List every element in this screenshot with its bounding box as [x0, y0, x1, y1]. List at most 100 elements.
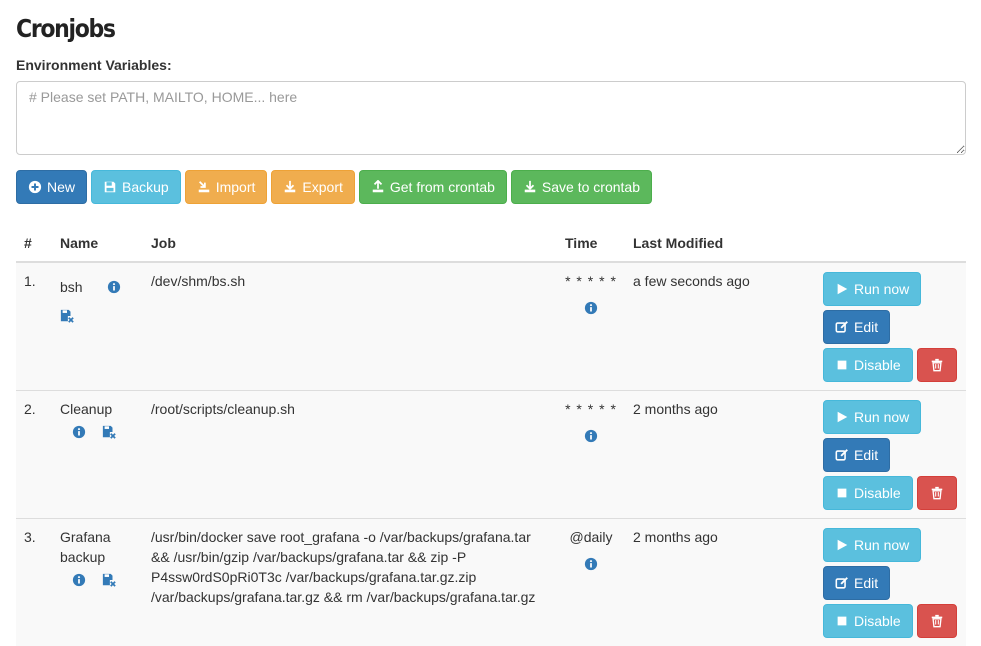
header-actions — [815, 224, 966, 262]
row-time-cell: * * * * * — [557, 262, 625, 391]
row-time: * * * * * — [565, 271, 617, 291]
get-from-crontab-button[interactable]: Get from crontab — [359, 170, 507, 204]
delete-button[interactable] — [917, 348, 957, 382]
floppy-remove-icon[interactable] — [102, 425, 116, 439]
header-num: # — [16, 224, 52, 262]
edit-button[interactable]: Edit — [823, 566, 890, 600]
download-icon — [283, 180, 297, 194]
env-variables-input[interactable] — [16, 81, 966, 155]
disable-label: Disable — [854, 357, 901, 373]
row-name: bsh — [60, 277, 83, 297]
header-name: Name — [52, 224, 143, 262]
edit-button[interactable]: Edit — [823, 310, 890, 344]
floppy-remove-icon[interactable] — [60, 309, 74, 323]
row-time-cell: @daily — [557, 519, 625, 646]
cronjobs-page: Cronjobs Environment Variables: New Back… — [0, 0, 981, 636]
row-name: Grafana backup — [60, 527, 135, 567]
page-title: Cronjobs — [16, 14, 115, 43]
row-name-cell: bsh — [52, 262, 143, 391]
row-last-modified: 2 months ago — [625, 391, 815, 519]
floppy-icon — [103, 180, 117, 194]
run-now-button[interactable]: Run now — [823, 400, 921, 434]
edit-icon — [835, 320, 849, 334]
play-icon — [835, 538, 849, 552]
row-last-modified: a few seconds ago — [625, 262, 815, 391]
row-name-cell: Cleanup — [52, 391, 143, 519]
play-icon — [835, 282, 849, 296]
info-circle-icon[interactable] — [72, 425, 86, 439]
table-row: 3. Grafana backup /usr/bin/docker save r… — [16, 519, 966, 646]
download-icon — [523, 180, 537, 194]
trash-icon — [930, 614, 944, 628]
row-job: /root/scripts/cleanup.sh — [143, 391, 557, 519]
new-button[interactable]: New — [16, 170, 87, 204]
toolbar: New Backup Import Export Get from cronta… — [16, 170, 652, 204]
backup-button-label: Backup — [122, 179, 169, 195]
disable-label: Disable — [854, 613, 901, 629]
row-time: * * * * * — [565, 399, 617, 419]
disable-label: Disable — [854, 485, 901, 501]
table-header-row: # Name Job Time Last Modified — [16, 224, 966, 262]
disable-button[interactable]: Disable — [823, 348, 913, 382]
new-button-label: New — [47, 179, 75, 195]
edit-icon — [835, 576, 849, 590]
header-job: Job — [143, 224, 557, 262]
env-variables-label: Environment Variables: — [16, 57, 172, 73]
table-row: 2. Cleanup /root/scripts/cleanup.sh * * … — [16, 391, 966, 519]
trash-icon — [930, 486, 944, 500]
stop-icon — [835, 486, 849, 500]
delete-button[interactable] — [917, 604, 957, 638]
header-time: Time — [557, 224, 625, 262]
row-actions: Run now Edit Disable — [815, 519, 966, 646]
run-now-label: Run now — [854, 537, 909, 553]
floppy-remove-icon[interactable] — [102, 573, 116, 587]
row-name-cell: Grafana backup — [52, 519, 143, 646]
export-button[interactable]: Export — [271, 170, 354, 204]
run-now-button[interactable]: Run now — [823, 272, 921, 306]
edit-icon — [835, 448, 849, 462]
disable-button[interactable]: Disable — [823, 604, 913, 638]
edit-label: Edit — [854, 575, 878, 591]
import-button-label: Import — [216, 179, 256, 195]
import-icon — [197, 180, 211, 194]
info-circle-icon[interactable] — [584, 301, 598, 315]
cronjobs-table: # Name Job Time Last Modified 1. bsh — [16, 224, 966, 646]
row-num: 1. — [16, 262, 52, 391]
header-last-modified: Last Modified — [625, 224, 815, 262]
row-num: 2. — [16, 391, 52, 519]
run-now-button[interactable]: Run now — [823, 528, 921, 562]
edit-label: Edit — [854, 447, 878, 463]
delete-button[interactable] — [917, 476, 957, 510]
row-time: @daily — [565, 527, 617, 547]
edit-button[interactable]: Edit — [823, 438, 890, 472]
row-job: /dev/shm/bs.sh — [143, 262, 557, 391]
row-num: 3. — [16, 519, 52, 646]
row-time-cell: * * * * * — [557, 391, 625, 519]
info-circle-icon[interactable] — [584, 557, 598, 571]
run-now-label: Run now — [854, 281, 909, 297]
info-circle-icon[interactable] — [72, 573, 86, 587]
info-circle-icon[interactable] — [107, 280, 121, 294]
get-from-crontab-label: Get from crontab — [390, 179, 495, 195]
stop-icon — [835, 358, 849, 372]
save-to-crontab-label: Save to crontab — [542, 179, 640, 195]
run-now-label: Run now — [854, 409, 909, 425]
disable-button[interactable]: Disable — [823, 476, 913, 510]
upload-icon — [371, 180, 385, 194]
backup-button[interactable]: Backup — [91, 170, 181, 204]
export-button-label: Export — [302, 179, 342, 195]
row-job: /usr/bin/docker save root_grafana -o /va… — [143, 519, 557, 646]
row-actions: Run now Edit Disable — [815, 262, 966, 391]
play-icon — [835, 410, 849, 424]
row-actions: Run now Edit Disable — [815, 391, 966, 519]
save-to-crontab-button[interactable]: Save to crontab — [511, 170, 652, 204]
stop-icon — [835, 614, 849, 628]
edit-label: Edit — [854, 319, 878, 335]
info-circle-icon[interactable] — [584, 429, 598, 443]
import-button[interactable]: Import — [185, 170, 268, 204]
row-last-modified: 2 months ago — [625, 519, 815, 646]
row-name: Cleanup — [60, 399, 135, 419]
table-row: 1. bsh /dev/shm/bs.sh * * * * * a few se… — [16, 262, 966, 391]
trash-icon — [930, 358, 944, 372]
plus-circle-icon — [28, 180, 42, 194]
